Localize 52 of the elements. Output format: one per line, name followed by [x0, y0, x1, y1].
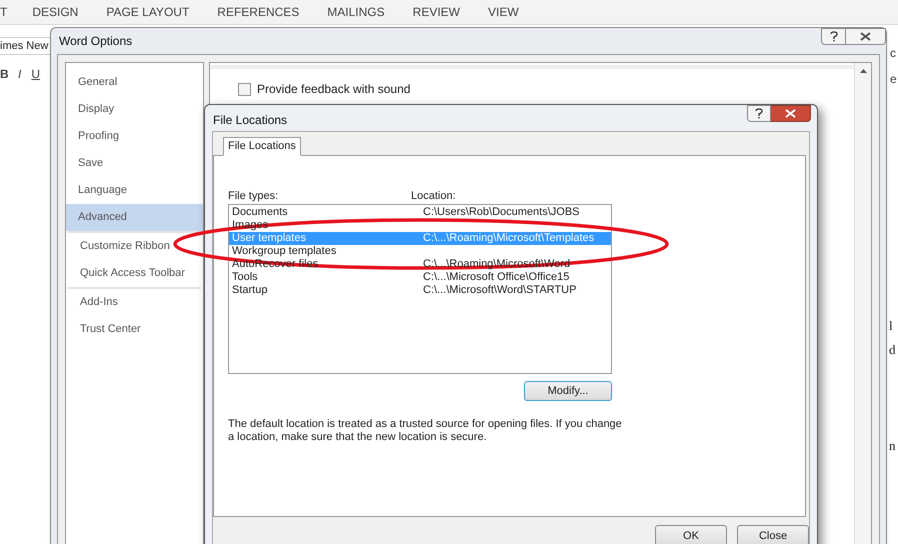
document-text: n — [889, 437, 896, 455]
close-icon — [785, 109, 796, 118]
ribbon-tab[interactable]: MAILINGS — [327, 3, 385, 21]
list-row[interactable]: Documents C:\Users\Rob\Documents\JOBS — [229, 206, 611, 219]
sidebar-item[interactable]: Advanced — [66, 204, 203, 231]
ribbon-tab[interactable]: DESIGN — [32, 3, 78, 21]
format-button[interactable]: B — [0, 65, 8, 83]
ribbon-tab[interactable]: VIEW — [488, 3, 519, 21]
sidebar-item[interactable]: Add-Ins — [68, 289, 201, 316]
ribbon-tab[interactable]: REVIEW — [412, 3, 460, 21]
close-icon — [860, 32, 871, 41]
ribbon-tab[interactable]: REFERENCES — [217, 3, 300, 21]
ribbon-tab[interactable]: PAGE LAYOUT — [106, 3, 190, 21]
checkbox-label: Provide feedback with sound — [257, 81, 410, 98]
sidebar-item[interactable]: Language — [66, 177, 203, 204]
file-types-list[interactable] — [228, 204, 612, 374]
document-text: d — [889, 341, 896, 359]
help-icon — [830, 31, 838, 42]
sidebar-item[interactable]: Proofing — [66, 123, 203, 150]
trusted-location-note: The default location is treated as a trusted source for opening files. If you change a location, make sure that the new location is secure. — [228, 418, 623, 444]
sidebar-item[interactable]: Quick Access Toolbar — [68, 260, 201, 287]
help-icon — [755, 108, 763, 119]
ribbon-fragment: c — [890, 45, 897, 62]
font-name-field[interactable]: imes New — [0, 37, 50, 55]
list-row[interactable]: Tools C:\...\Microsoft Office\Office15 — [229, 271, 611, 284]
list-row[interactable]: Workgroup templates — [229, 245, 611, 258]
scroll-up-icon[interactable] — [860, 69, 866, 73]
help-button[interactable] — [821, 28, 846, 45]
column-header: Location: — [411, 190, 456, 203]
format-button[interactable]: U — [31, 65, 40, 83]
format-button[interactable]: I — [18, 65, 22, 83]
ribbon-fragment: e — [890, 71, 897, 88]
ok-button[interactable]: OK — [655, 525, 727, 544]
sidebar-item[interactable]: Save — [66, 150, 203, 177]
sidebar-item[interactable]: Trust Center — [68, 316, 201, 343]
column-header: File types: — [228, 190, 280, 203]
scrollbar[interactable] — [854, 63, 871, 544]
tab[interactable]: File Locations — [223, 137, 301, 156]
modify-button[interactable]: Modify... — [524, 381, 612, 401]
sidebar-item[interactable]: Customize Ribbon — [68, 233, 201, 260]
list-row[interactable]: Startup C:\...\Microsoft\Word\STARTUP — [229, 284, 611, 297]
ribbon-tab[interactable]: T — [0, 3, 8, 21]
sidebar-item[interactable]: General — [66, 69, 203, 96]
dialog-title: File Locations — [213, 112, 288, 129]
close-dialog-button[interactable]: Close — [737, 525, 809, 544]
help-button[interactable] — [747, 105, 771, 122]
window-title: Word Options — [59, 33, 132, 50]
document-text: l — [889, 317, 894, 335]
checkbox[interactable] — [238, 82, 251, 96]
close-button[interactable] — [771, 105, 811, 122]
close-button[interactable] — [846, 28, 886, 45]
sidebar-item[interactable]: Display — [66, 96, 203, 123]
